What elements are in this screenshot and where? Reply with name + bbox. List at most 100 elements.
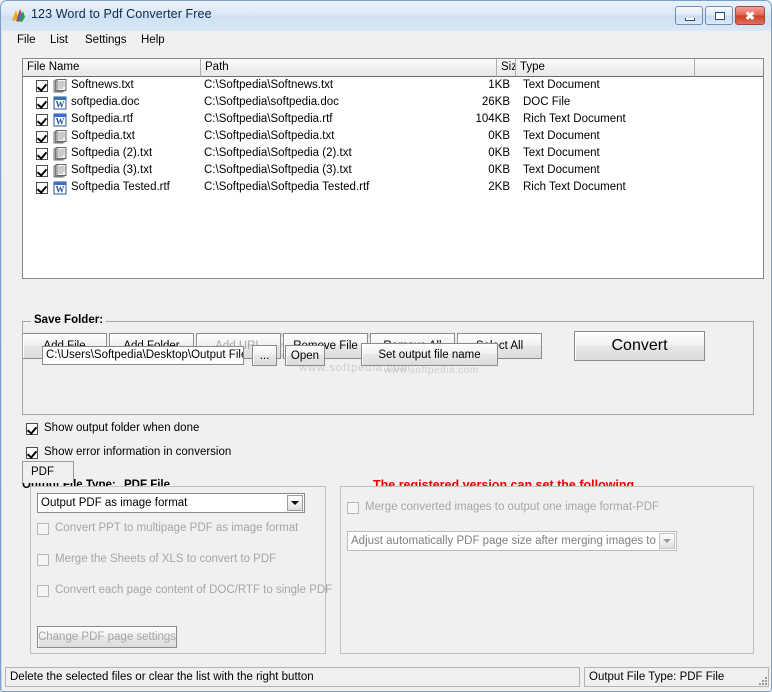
maximize-button[interactable] <box>705 6 733 25</box>
file-list[interactable]: File NamePathSizeType Softnews.txt C:\Sof… <box>22 58 764 279</box>
merge-page-size-combo[interactable]: Adjust automatically PDF page size after… <box>347 531 677 551</box>
pdf-options-right-panel: Merge converted images to output one ima… <box>340 486 754 654</box>
checkbox-label: Merge the Sheets of XLS to convert to PD… <box>55 553 277 565</box>
cell-size: 104KB <box>475 113 510 125</box>
open-folder-button[interactable]: Open <box>285 345 325 366</box>
browse-folder-button[interactable]: ... <box>252 345 277 366</box>
status-output-type: Output File Type: PDF File <box>584 667 769 687</box>
menu-item-help[interactable]: Help <box>136 32 170 48</box>
window-title: 123 Word to Pdf Converter Free <box>31 7 212 21</box>
maximize-icon <box>715 12 725 20</box>
menu-bar: File List Settings Help <box>2 31 771 49</box>
checkbox-label: Show error information in conversion <box>44 446 232 458</box>
cell-size: 26KB <box>481 96 510 108</box>
text-file-icon <box>53 164 67 178</box>
checkbox-box <box>37 585 49 597</box>
cell-path: C:\Softpedia\Softpedia (3).txt <box>204 164 352 176</box>
column-header-name[interactable]: File Name <box>23 59 201 77</box>
cell-type: Rich Text Document <box>523 181 626 193</box>
cell-type: Text Document <box>523 79 600 91</box>
pdf-options-left-panel: Output PDF as image format Convert PPT t… <box>30 486 332 654</box>
svg-text:W: W <box>56 100 65 110</box>
row-checkbox[interactable] <box>36 165 48 177</box>
column-header-path[interactable]: Path <box>201 59 497 77</box>
text-file-icon <box>53 130 67 144</box>
cell-size: 1KB <box>488 79 510 91</box>
cell-path: C:\Softpedia\Softpedia (2).txt <box>204 147 352 159</box>
checkbox-box <box>347 502 359 514</box>
row-checkbox[interactable] <box>36 131 48 143</box>
title-bar: 123 Word to Pdf Converter Free ✖ <box>1 1 771 31</box>
cell-size: 2KB <box>488 181 510 193</box>
status-bar: Delete the selected files or clear the l… <box>2 665 771 689</box>
cell-size: 0KB <box>488 147 510 159</box>
word-file-icon: W <box>53 113 67 127</box>
cell-path: C:\Softpedia\Softpedia Tested.rtf <box>204 181 370 193</box>
status-output-type-label: Output File Type: <box>589 671 677 683</box>
table-row[interactable]: W Softpedia.rtf C:\Softpedia\Softpedia.rtf… <box>23 112 763 129</box>
word-file-icon: W <box>53 181 67 195</box>
minimize-icon <box>685 18 695 21</box>
resize-grip[interactable] <box>755 673 769 687</box>
column-header-size[interactable]: Size <box>497 59 516 77</box>
cell-path: C:\Softpedia\softpedia.doc <box>204 96 339 108</box>
menu-item-settings[interactable]: Settings <box>80 32 132 48</box>
table-row[interactable]: Softpedia (2).txt C:\Softpedia\Softpedia … <box>23 146 763 163</box>
output-format-combo-value: Output PDF as image format <box>41 497 188 509</box>
checkbox-label: Convert PPT to multipage PDF as image fo… <box>55 522 299 534</box>
checkbox-label: Convert each page content of DOC/RTF to … <box>55 584 333 596</box>
set-output-file-name-button[interactable]: Set output file name <box>361 343 498 366</box>
cell-type: Text Document <box>523 164 600 176</box>
text-file-icon <box>53 147 67 161</box>
table-row[interactable]: Softpedia.txt C:\Softpedia\Softpedia.txt 0… <box>23 129 763 146</box>
chevron-down-icon[interactable] <box>659 533 675 549</box>
cell-path: C:\Softpedia\Softpedia.rtf <box>204 113 333 125</box>
status-output-type-value: PDF File <box>679 671 725 683</box>
checkbox-box <box>26 447 38 459</box>
cell-type: Text Document <box>523 130 600 142</box>
save-folder-group: Save Folder: <box>22 314 754 415</box>
cell-path: C:\Softpedia\Softpedia.txt <box>204 130 335 142</box>
cell-name: Softpedia.txt <box>71 130 135 142</box>
cell-size: 0KB <box>488 164 510 176</box>
row-checkbox[interactable] <box>36 182 48 194</box>
column-header-blank[interactable] <box>695 59 763 77</box>
cell-name: Softpedia Tested.rtf <box>71 181 170 193</box>
change-pdf-page-settings-button[interactable]: Change PDF page settings <box>37 626 177 648</box>
checkbox-box <box>37 523 49 535</box>
checkbox-label: Show output folder when done <box>44 422 200 434</box>
cell-name: Softnews.txt <box>71 79 134 91</box>
cell-type: Text Document <box>523 147 600 159</box>
cell-name: Softpedia (3).txt <box>71 164 153 176</box>
chevron-down-icon[interactable] <box>287 495 303 511</box>
output-format-combo[interactable]: Output PDF as image format <box>37 493 305 513</box>
row-checkbox[interactable] <box>36 97 48 109</box>
cell-path: C:\Softpedia\Softnews.txt <box>204 79 334 91</box>
table-row[interactable]: Softpedia (3).txt C:\Softpedia\Softpedia … <box>23 163 763 180</box>
menu-item-file[interactable]: File <box>12 32 41 48</box>
row-checkbox[interactable] <box>36 80 48 92</box>
merge-page-size-combo-value: Adjust automatically PDF page size after… <box>351 535 677 547</box>
table-row[interactable]: Wsoftpedia.doc C:\Softpedia\softpedia.doc… <box>23 95 763 112</box>
checkbox-box <box>26 423 38 435</box>
tab-pdf[interactable]: PDF <box>22 461 74 483</box>
tab-strip: PDF <box>22 461 754 483</box>
close-button[interactable]: ✖ <box>735 6 765 25</box>
app-window: 123 Word to Pdf Converter Free ✖ File Lis… <box>0 0 772 692</box>
file-list-header: File NamePathSizeType <box>23 59 763 77</box>
menu-item-list[interactable]: List <box>45 32 73 48</box>
cell-type: DOC File <box>523 96 571 108</box>
close-icon: ✖ <box>744 8 756 23</box>
row-checkbox[interactable] <box>36 114 48 126</box>
cell-type: Rich Text Document <box>523 113 626 125</box>
cell-size: 0KB <box>488 130 510 142</box>
svg-text:W: W <box>56 117 65 127</box>
row-checkbox[interactable] <box>36 148 48 160</box>
word-file-icon: W <box>53 96 67 110</box>
minimize-button[interactable] <box>675 6 703 25</box>
column-header-type[interactable]: Type <box>516 59 695 77</box>
text-file-icon <box>53 79 67 93</box>
table-row[interactable]: W Softpedia Tested.rtf C:\Softpedia\Softpe… <box>23 180 763 197</box>
output-folder-input[interactable]: C:\Users\Softpedia\Desktop\Output Files <box>42 346 244 365</box>
table-row[interactable]: Softnews.txt C:\Softpedia\Softnews.txt 1KB… <box>23 78 763 95</box>
